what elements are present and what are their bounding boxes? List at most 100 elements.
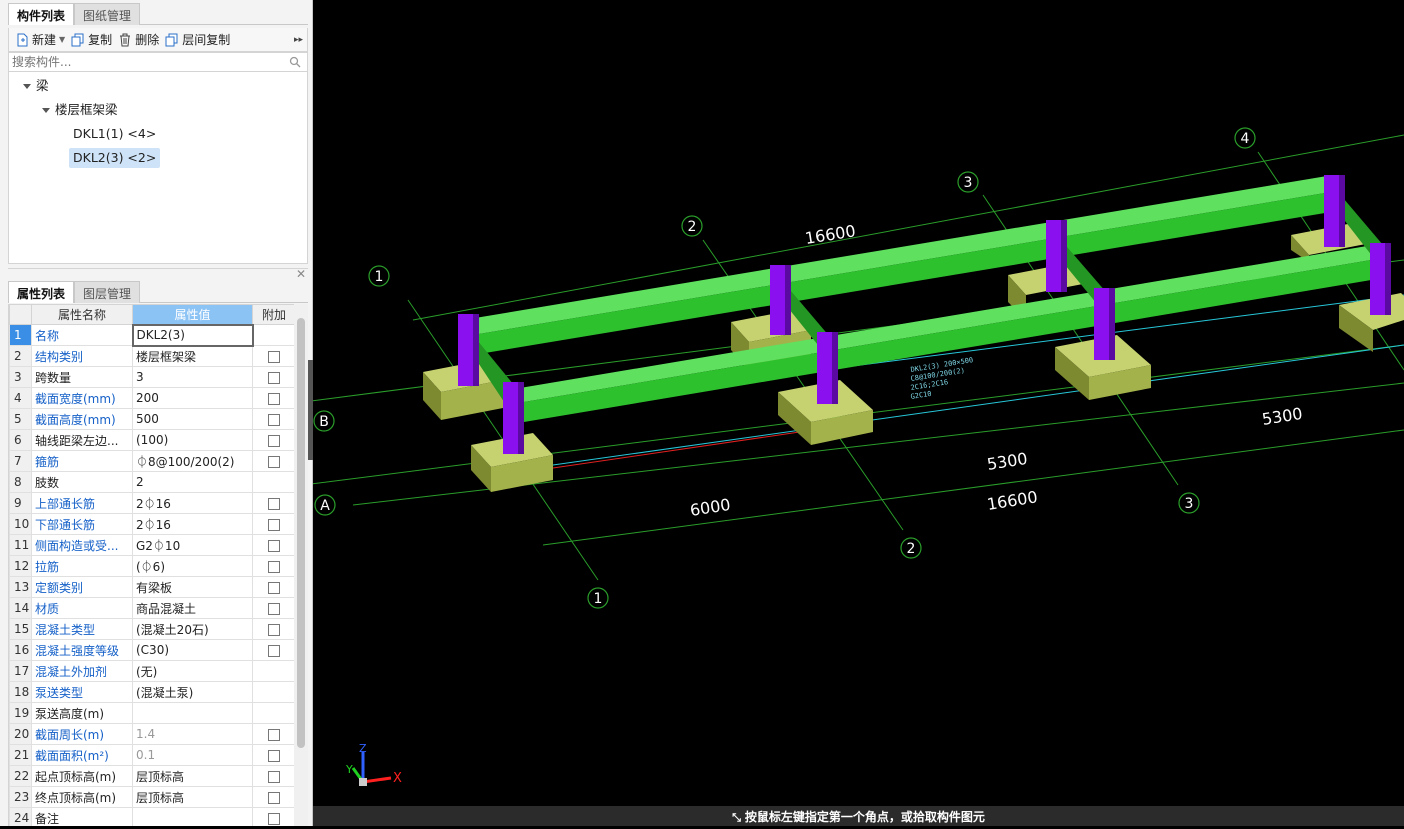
- property-value[interactable]: (100): [132, 429, 253, 451]
- property-row[interactable]: 17 混凝土外加剂 (无): [9, 660, 294, 682]
- tab-property-list[interactable]: 属性列表: [8, 281, 75, 303]
- property-value[interactable]: 2⏀16: [132, 513, 253, 535]
- property-row[interactable]: 1 名称 DKL2(3): [9, 323, 294, 347]
- extra-cell: [252, 555, 294, 577]
- property-value[interactable]: 层顶标高: [132, 765, 253, 787]
- extra-checkbox[interactable]: [268, 455, 280, 468]
- component-search: [8, 52, 308, 72]
- tab-drawing-management[interactable]: 图纸管理: [74, 3, 141, 25]
- property-row[interactable]: 5 截面高度(mm) 500: [9, 408, 294, 430]
- extra-checkbox[interactable]: [268, 413, 280, 426]
- tree-node-floor-frame-beam[interactable]: 楼层框架梁: [42, 100, 118, 120]
- property-header-row: 属性名称 属性值 附加: [9, 304, 294, 325]
- delete-button[interactable]: 删除: [118, 30, 159, 50]
- property-row[interactable]: 3 跨数量 3: [9, 366, 294, 388]
- property-value[interactable]: 0.1: [132, 744, 253, 766]
- extra-cell: [252, 324, 294, 346]
- property-row[interactable]: 23 终点顶标高(m) 层顶标高: [9, 786, 294, 808]
- scrollbar-thumb[interactable]: [297, 318, 305, 748]
- property-value[interactable]: 200: [132, 387, 253, 409]
- property-value[interactable]: (⏀6): [132, 555, 253, 577]
- extra-checkbox[interactable]: [268, 350, 280, 363]
- property-value[interactable]: 2⏀16: [132, 492, 253, 514]
- tab-component-list[interactable]: 构件列表: [8, 3, 75, 25]
- property-value[interactable]: 商品混凝土: [132, 597, 253, 619]
- property-value[interactable]: 1.4: [132, 723, 253, 745]
- property-value[interactable]: 3: [132, 366, 253, 388]
- property-row[interactable]: 24 备注: [9, 807, 294, 826]
- expand-arrow-icon[interactable]: [23, 84, 31, 89]
- property-row[interactable]: 10 下部通长筋 2⏀16: [9, 513, 294, 535]
- dropdown-arrow-icon[interactable]: ▼: [59, 35, 65, 44]
- property-row[interactable]: 14 材质 商品混凝土: [9, 597, 294, 619]
- property-row[interactable]: 21 截面面积(m²) 0.1: [9, 744, 294, 766]
- property-row[interactable]: 18 泵送类型 (混凝土泵): [9, 681, 294, 703]
- property-row[interactable]: 19 泵送高度(m): [9, 702, 294, 724]
- property-row[interactable]: 6 轴线距梁左边... (100): [9, 429, 294, 451]
- extra-checkbox[interactable]: [268, 434, 280, 447]
- property-name: 拉筋: [31, 555, 133, 577]
- extra-checkbox[interactable]: [268, 749, 280, 762]
- property-row[interactable]: 16 混凝土强度等级 (C30): [9, 639, 294, 661]
- extra-checkbox[interactable]: [268, 371, 280, 384]
- property-value[interactable]: 层顶标高: [132, 786, 253, 808]
- property-value[interactable]: (无): [132, 660, 253, 682]
- 3d-viewport[interactable]: 16600 5300 5300 6000 16600 DKL2(3) 200×5…: [302, 0, 1404, 806]
- extra-checkbox[interactable]: [268, 791, 280, 804]
- property-value[interactable]: 有梁板: [132, 576, 253, 598]
- property-value[interactable]: 楼层框架梁: [132, 345, 253, 367]
- extra-checkbox[interactable]: [268, 497, 280, 510]
- property-value[interactable]: [132, 702, 253, 724]
- property-row[interactable]: 9 上部通长筋 2⏀16: [9, 492, 294, 514]
- close-icon[interactable]: ✕: [296, 267, 306, 281]
- tree-item-dkl2[interactable]: DKL2(3) <2>: [69, 148, 161, 168]
- tree-node-beam[interactable]: 梁: [23, 76, 49, 96]
- extra-checkbox[interactable]: [268, 644, 280, 657]
- property-row[interactable]: 11 侧面构造或受... G2⏀10: [9, 534, 294, 556]
- extra-checkbox[interactable]: [268, 392, 280, 405]
- property-row[interactable]: 8 肢数 2: [9, 471, 294, 493]
- property-value[interactable]: (C30): [132, 639, 253, 661]
- property-row[interactable]: 7 箍筋 ⏀8@100/200(2): [9, 450, 294, 472]
- property-value[interactable]: (混凝土20石): [132, 618, 253, 640]
- extra-cell: [252, 408, 294, 430]
- property-row[interactable]: 20 截面周长(m) 1.4: [9, 723, 294, 745]
- extra-checkbox[interactable]: [268, 770, 280, 783]
- more-button[interactable]: ▸▸: [294, 30, 303, 50]
- tree-item-dkl1[interactable]: DKL1(1) <4>: [73, 124, 156, 144]
- property-row[interactable]: 12 拉筋 (⏀6): [9, 555, 294, 577]
- property-row[interactable]: 15 混凝土类型 (混凝土20石): [9, 618, 294, 640]
- property-value[interactable]: ⏀8@100/200(2): [132, 450, 253, 472]
- property-scrollbar[interactable]: [294, 304, 308, 826]
- search-input[interactable]: [9, 53, 279, 71]
- property-value[interactable]: DKL2(3): [131, 323, 254, 347]
- extra-checkbox[interactable]: [268, 812, 280, 825]
- property-row[interactable]: 2 结构类别 楼层框架梁: [9, 345, 294, 367]
- property-value[interactable]: 500: [132, 408, 253, 430]
- dim-span-1: 6000: [689, 495, 732, 520]
- property-value[interactable]: (混凝土泵): [132, 681, 253, 703]
- extra-checkbox[interactable]: [268, 539, 280, 552]
- property-row[interactable]: 22 起点顶标高(m) 层顶标高: [9, 765, 294, 787]
- extra-checkbox[interactable]: [268, 623, 280, 636]
- axis-label-3-bottom: 3: [1185, 496, 1194, 512]
- new-button[interactable]: 新建 ▼: [15, 30, 65, 50]
- extra-checkbox[interactable]: [268, 581, 280, 594]
- row-number: 1: [9, 324, 32, 346]
- extra-cell: [252, 492, 294, 514]
- property-value[interactable]: G2⏀10: [132, 534, 253, 556]
- tab-layer-management[interactable]: 图层管理: [74, 281, 141, 303]
- copy-button[interactable]: 复制: [71, 30, 112, 50]
- property-value[interactable]: [132, 807, 253, 826]
- model-scene[interactable]: 16600 5300 5300 6000 16600 DKL2(3) 200×5…: [302, 0, 1404, 806]
- property-row[interactable]: 4 截面宽度(mm) 200: [9, 387, 294, 409]
- expand-arrow-icon[interactable]: [42, 108, 50, 113]
- floor-copy-button[interactable]: 层间复制: [165, 30, 230, 50]
- extra-checkbox[interactable]: [268, 602, 280, 615]
- property-row[interactable]: 13 定额类别 有梁板: [9, 576, 294, 598]
- extra-checkbox[interactable]: [268, 728, 280, 741]
- property-value[interactable]: 2: [132, 471, 253, 493]
- extra-checkbox[interactable]: [268, 560, 280, 573]
- extra-checkbox[interactable]: [268, 518, 280, 531]
- search-icon[interactable]: [289, 56, 301, 68]
